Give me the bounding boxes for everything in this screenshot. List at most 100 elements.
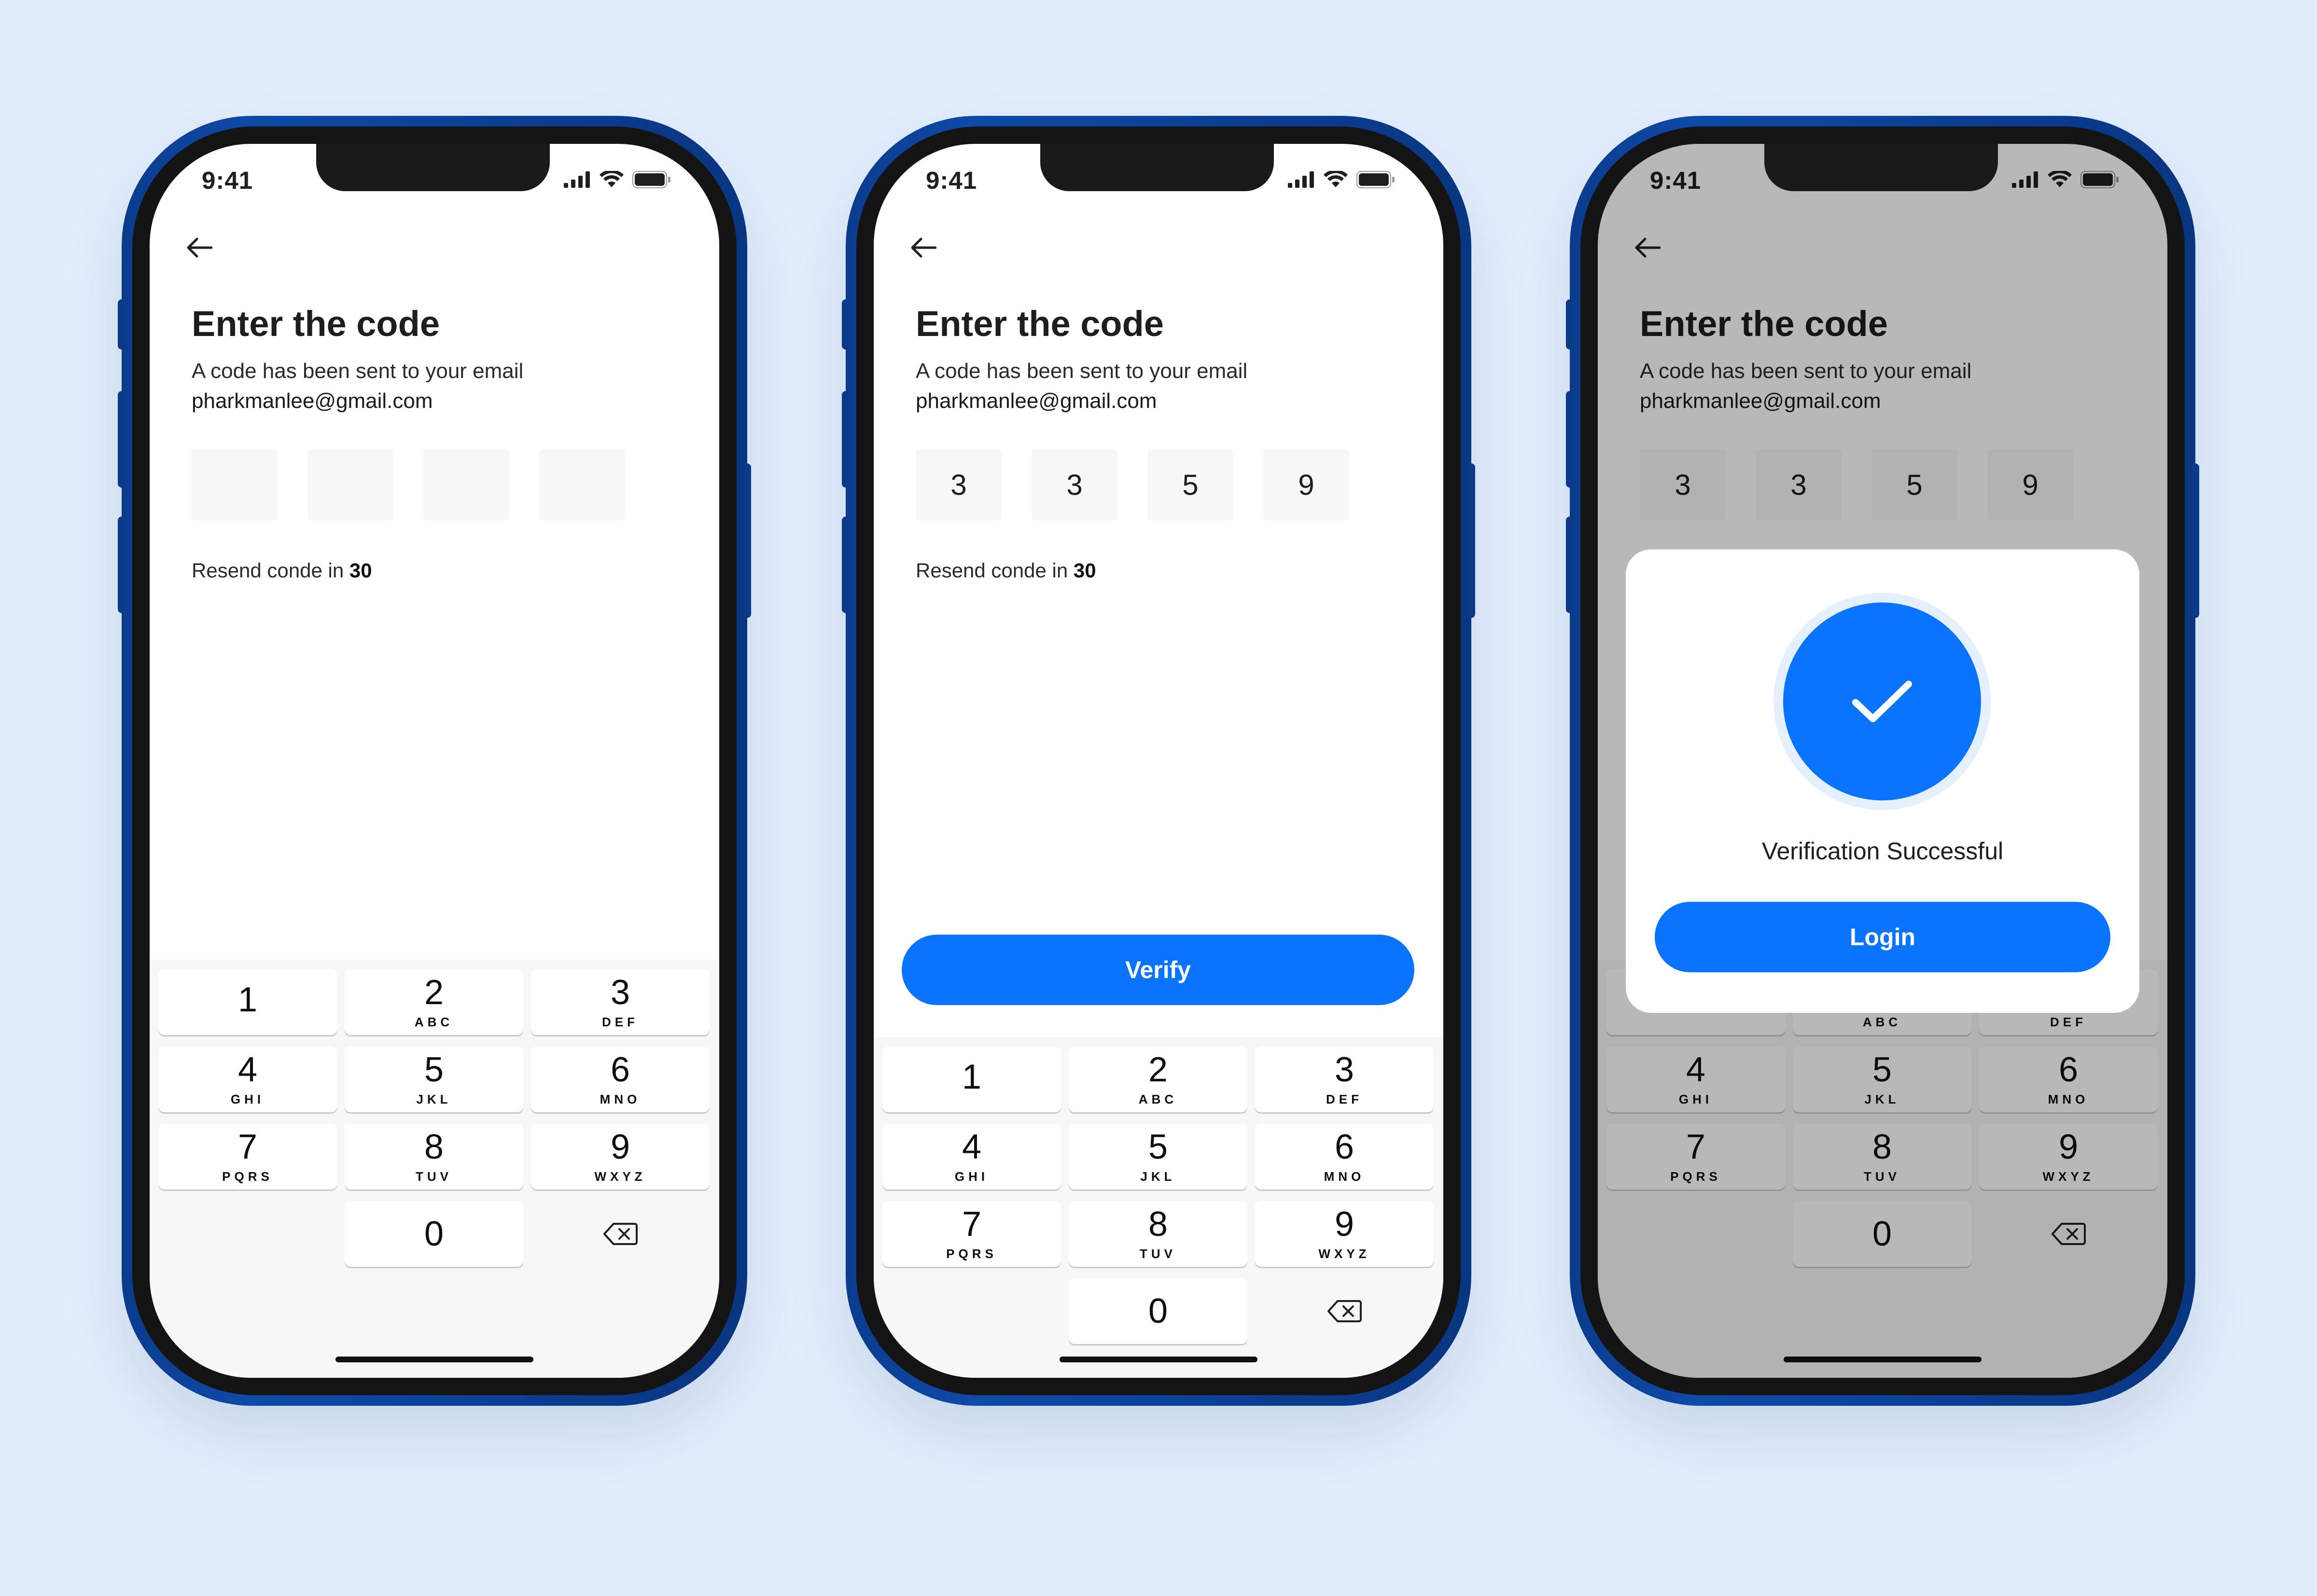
power-button <box>2191 463 2199 618</box>
key-3[interactable]: 3 DEF <box>1255 1047 1434 1112</box>
backspace-icon <box>603 1223 638 1245</box>
notch <box>316 144 550 191</box>
key-letters: PQRS <box>946 1246 997 1261</box>
key-digit: 7 <box>237 1127 258 1166</box>
delete-key[interactable] <box>531 1201 710 1267</box>
email-address: pharkmanlee@gmail.com <box>192 389 433 413</box>
key-digit: 4 <box>237 1050 258 1089</box>
screen-enter-code-filled: 9:41 Enter the code A code has been sent… <box>874 144 1443 1378</box>
key-digit: 9 <box>610 1127 630 1166</box>
home-indicator[interactable] <box>1060 1357 1257 1362</box>
key-digit: 2 <box>424 973 444 1012</box>
resend-label: Resend conde in <box>192 559 349 582</box>
key-3[interactable]: 3 DEF <box>531 969 710 1035</box>
cellular-signal-icon <box>1288 171 1314 188</box>
key-digit: 0 <box>424 1215 444 1253</box>
delete-key[interactable] <box>1255 1278 1434 1344</box>
key-digit: 9 <box>1334 1204 1354 1244</box>
key-digit: 6 <box>610 1050 630 1089</box>
screen-enter-code-empty: 9:41 Enter the code A code has been sent… <box>150 144 719 1378</box>
resend-countdown: 30 <box>1073 559 1096 582</box>
key-8[interactable]: 8 TUV <box>1069 1201 1247 1267</box>
back-arrow-icon <box>911 238 936 258</box>
key-1[interactable]: 1 <box>158 969 337 1035</box>
key-letters: MNO <box>600 1092 641 1106</box>
key-digit: 0 <box>1148 1292 1168 1330</box>
code-digit-input[interactable]: 9 <box>1263 449 1349 520</box>
home-indicator[interactable] <box>335 1357 533 1362</box>
key-9[interactable]: 9 WXYZ <box>1255 1201 1434 1267</box>
key-7[interactable]: 7 PQRS <box>882 1201 1061 1267</box>
mute-switch <box>118 299 126 350</box>
volume-down-button <box>118 517 126 613</box>
page-subtitle: A code has been sent to your email <box>916 359 1248 383</box>
numeric-keypad: 1 2 ABC 3 DEF 4 GHI 5 JKL 6 MNO 7 PQRS 8 TUV 9 W… <box>150 960 719 1378</box>
key-letters: DEF <box>602 1014 639 1029</box>
verify-button[interactable]: Verify <box>902 935 1414 1005</box>
key-9[interactable]: 9 WXYZ <box>531 1124 710 1190</box>
code-digit-input[interactable] <box>423 449 509 520</box>
back-button[interactable] <box>904 228 942 267</box>
notch <box>1040 144 1274 191</box>
back-button[interactable] <box>180 228 218 267</box>
key-2[interactable]: 2 ABC <box>1069 1047 1247 1112</box>
code-digit-input[interactable]: 5 <box>1147 449 1233 520</box>
key-letters: WXYZ <box>594 1169 646 1184</box>
key-letters: PQRS <box>222 1169 273 1184</box>
key-digit: 6 <box>1334 1127 1354 1166</box>
key-5[interactable]: 5 JKL <box>1069 1124 1247 1190</box>
key-8[interactable]: 8 TUV <box>345 1124 523 1190</box>
volume-up-button <box>842 391 850 488</box>
key-digit: 4 <box>962 1127 982 1166</box>
key-digit: 8 <box>424 1127 444 1166</box>
volume-down-button <box>1566 517 1574 613</box>
code-digit-input[interactable] <box>539 449 625 520</box>
key-digit: 8 <box>1148 1204 1168 1244</box>
status-icons <box>564 170 671 189</box>
success-dialog: Verification Successful Login <box>1626 549 2139 1013</box>
phone-frame-3: 9:41 Enter the code A code has been sent… <box>1566 116 2199 1406</box>
numeric-keypad: 1 2 ABC 3 DEF 4 GHI 5 JKL 6 MNO 7 PQRS 8 TUV 9 W… <box>874 1037 1443 1378</box>
key-letters: JKL <box>1140 1169 1176 1184</box>
volume-up-button <box>118 391 126 488</box>
volume-up-button <box>1566 391 1574 488</box>
key-5[interactable]: 5 JKL <box>345 1047 523 1112</box>
key-letters: TUV <box>1140 1246 1176 1261</box>
key-4[interactable]: 4 GHI <box>158 1047 337 1112</box>
battery-icon <box>632 171 670 188</box>
login-button[interactable]: Login <box>1655 902 2110 972</box>
power-button <box>743 463 751 618</box>
phone-frame-1: 9:41 Enter the code A code has been sent… <box>118 116 751 1406</box>
key-letters: JKL <box>416 1092 452 1106</box>
key-7[interactable]: 7 PQRS <box>158 1124 337 1190</box>
key-1[interactable]: 1 <box>882 1047 1061 1112</box>
status-icons <box>1288 170 1395 189</box>
key-digit: 5 <box>424 1050 444 1089</box>
resend-timer: Resend conde in 30 <box>192 559 372 582</box>
status-time: 9:41 <box>926 167 977 194</box>
key-letters: DEF <box>1326 1092 1363 1106</box>
back-arrow-icon <box>187 238 212 258</box>
key-4[interactable]: 4 GHI <box>882 1124 1061 1190</box>
key-6[interactable]: 6 MNO <box>1255 1124 1434 1190</box>
key-0[interactable]: 0 <box>345 1201 523 1267</box>
key-digit: 3 <box>1334 1050 1354 1089</box>
code-digit-input[interactable] <box>307 449 393 520</box>
page-title: Enter the code <box>916 304 1164 344</box>
page-subtitle: A code has been sent to your email <box>192 359 524 383</box>
code-digit-input[interactable]: 3 <box>916 449 1002 520</box>
key-0[interactable]: 0 <box>1069 1278 1247 1344</box>
page-title: Enter the code <box>192 304 440 344</box>
key-6[interactable]: 6 MNO <box>531 1047 710 1112</box>
backspace-icon <box>1327 1300 1362 1322</box>
key-letters: ABC <box>414 1014 454 1029</box>
mute-switch <box>1566 299 1574 350</box>
key-2[interactable]: 2 ABC <box>345 969 523 1035</box>
key-digit: 1 <box>962 1058 982 1096</box>
power-button <box>1467 463 1475 618</box>
battery-icon <box>1356 171 1395 188</box>
code-digit-input[interactable]: 3 <box>1032 449 1117 520</box>
code-digit-input[interactable] <box>192 449 278 520</box>
cellular-signal-icon <box>564 171 590 188</box>
key-digit: 7 <box>962 1204 982 1244</box>
